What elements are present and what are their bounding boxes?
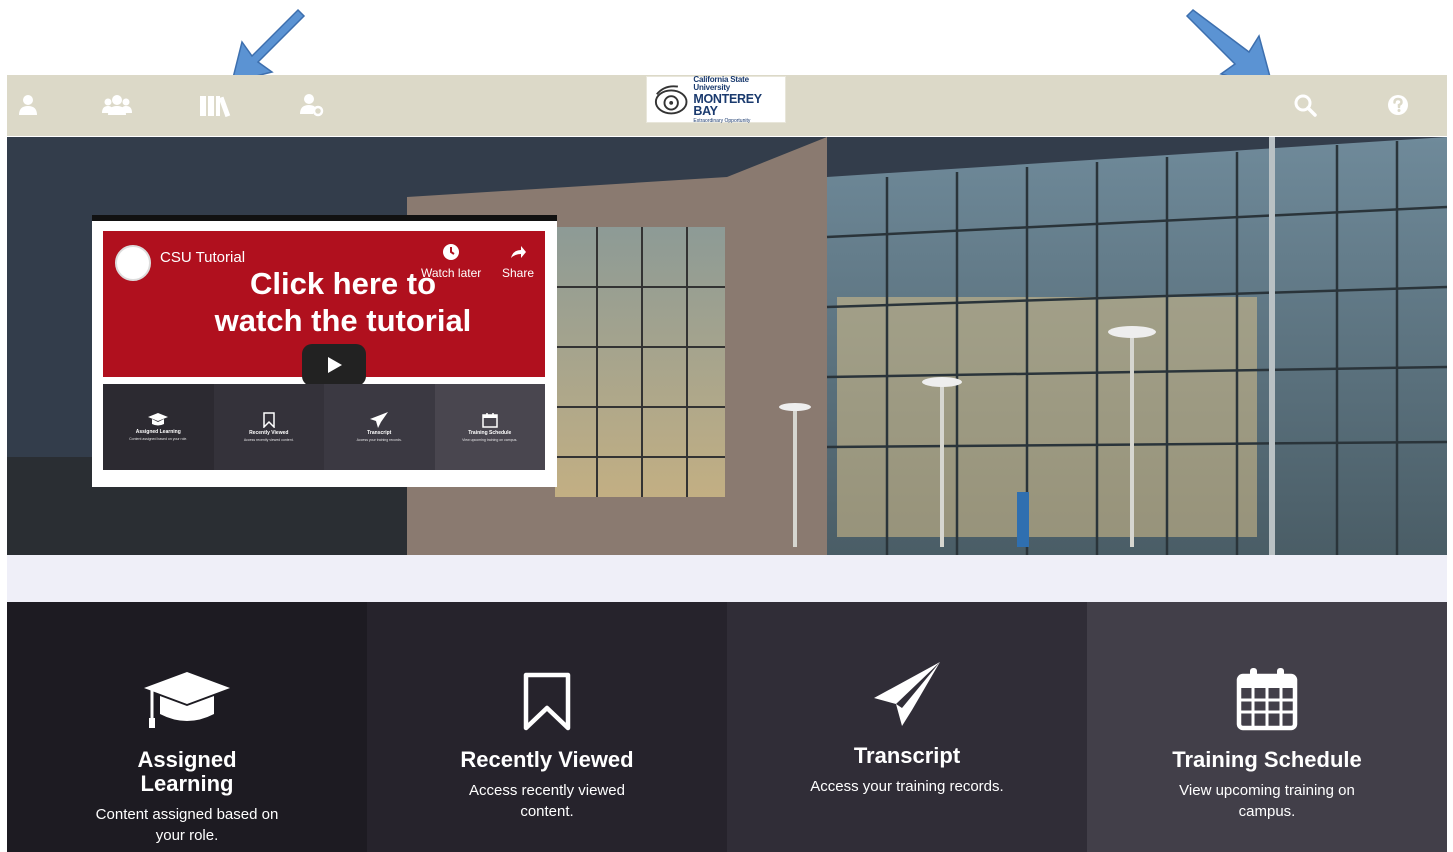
video-tile-title: Training Schedule: [468, 429, 512, 436]
user-icon[interactable]: [12, 89, 44, 121]
tile-title: Training Schedule: [1172, 747, 1362, 772]
play-button[interactable]: [302, 344, 366, 386]
tile-description: Access your training records.: [810, 778, 1004, 796]
top-navigation-bar: California State University MONTEREY BAY…: [7, 75, 1447, 136]
tile-transcript[interactable]: Transcript Access your training records.: [727, 602, 1087, 852]
video-tile-recently-viewed: Recently Viewed Access recently viewed c…: [213, 384, 324, 470]
logo-line3: Extraordinary Opportunity: [693, 117, 751, 124]
csumb-logo[interactable]: California State University MONTEREY BAY…: [646, 74, 786, 124]
tile-title: Transcript: [853, 743, 961, 768]
share-icon: [511, 246, 527, 258]
graduation-cap-icon: [148, 412, 169, 426]
video-channel-title[interactable]: CSU Tutorial: [160, 249, 245, 266]
search-icon[interactable]: [1289, 89, 1321, 121]
user-settings-icon[interactable]: [296, 89, 328, 121]
help-icon[interactable]: [1382, 89, 1414, 121]
paper-plane-icon: [874, 662, 940, 726]
users-icon[interactable]: [101, 89, 133, 121]
page: California State University MONTEREY BAY…: [0, 0, 1453, 852]
tile-description: Content assigned based on your role.: [95, 806, 279, 845]
share-button[interactable]: Share: [502, 243, 534, 280]
tile-description: View upcoming training on campus.: [1179, 782, 1355, 821]
video-tile-title: Transcript: [367, 429, 392, 436]
tutorial-video[interactable]: CSU Tutorial Click here to watch the tut…: [92, 215, 557, 487]
tile-description: Access recently viewed content.: [469, 782, 625, 821]
video-tile-assigned-learning: Assigned Learning Content assigned based…: [103, 384, 214, 470]
logo-emblem: [654, 84, 688, 114]
tile-assigned-learning[interactable]: Assigned Learning Content assigned based…: [7, 602, 367, 852]
watch-later-button[interactable]: Watch later: [421, 243, 481, 280]
video-tile-training-schedule: Training Schedule View upcoming training…: [434, 384, 545, 470]
tile-training-schedule[interactable]: Training Schedule View upcoming training…: [1087, 602, 1447, 852]
library-icon[interactable]: [199, 89, 231, 121]
calendar-icon: [1236, 668, 1298, 731]
video-preview-tiles: Assigned Learning Content assigned based…: [103, 384, 545, 470]
video-tile-desc: Access your training records.: [356, 438, 402, 443]
video-tile-desc: View upcoming training on campus.: [462, 438, 518, 443]
clock-icon: [443, 244, 460, 260]
annotation-arrow-left: [230, 8, 306, 84]
tile-title: Recently Viewed: [460, 747, 634, 772]
share-label: Share: [502, 266, 535, 280]
calendar-icon: [482, 412, 498, 428]
play-icon: [328, 357, 342, 373]
video-tile-desc: Content assigned based on your role.: [129, 437, 188, 442]
bookmark-icon: [523, 672, 571, 731]
paper-plane-icon: [370, 411, 389, 428]
video-headline-line2: watch the tutorial: [214, 303, 472, 339]
tile-recently-viewed[interactable]: Recently Viewed Access recently viewed c…: [367, 602, 727, 852]
video-tile-transcript: Transcript Access your training records.: [324, 384, 435, 470]
tile-title: Assigned Learning: [137, 747, 237, 797]
feature-tiles: Assigned Learning Content assigned based…: [7, 602, 1447, 852]
video-thumbnail[interactable]: CSU Tutorial Click here to watch the tut…: [103, 231, 545, 386]
channel-avatar[interactable]: [115, 245, 151, 281]
watch-later-label: Watch later: [421, 266, 482, 280]
hero-banner: CSU Tutorial Click here to watch the tut…: [7, 137, 1447, 555]
bookmark-icon: [263, 411, 275, 428]
spacer-band: [7, 555, 1447, 602]
video-tile-desc: Access recently viewed content.: [243, 438, 294, 443]
graduation-cap-icon: [144, 672, 230, 728]
video-tile-title: Assigned Learning: [135, 428, 181, 435]
logo-line2: MONTEREY BAY: [693, 91, 762, 118]
logo-line1: California State University: [693, 74, 749, 92]
video-tile-title: Recently Viewed: [249, 429, 289, 436]
